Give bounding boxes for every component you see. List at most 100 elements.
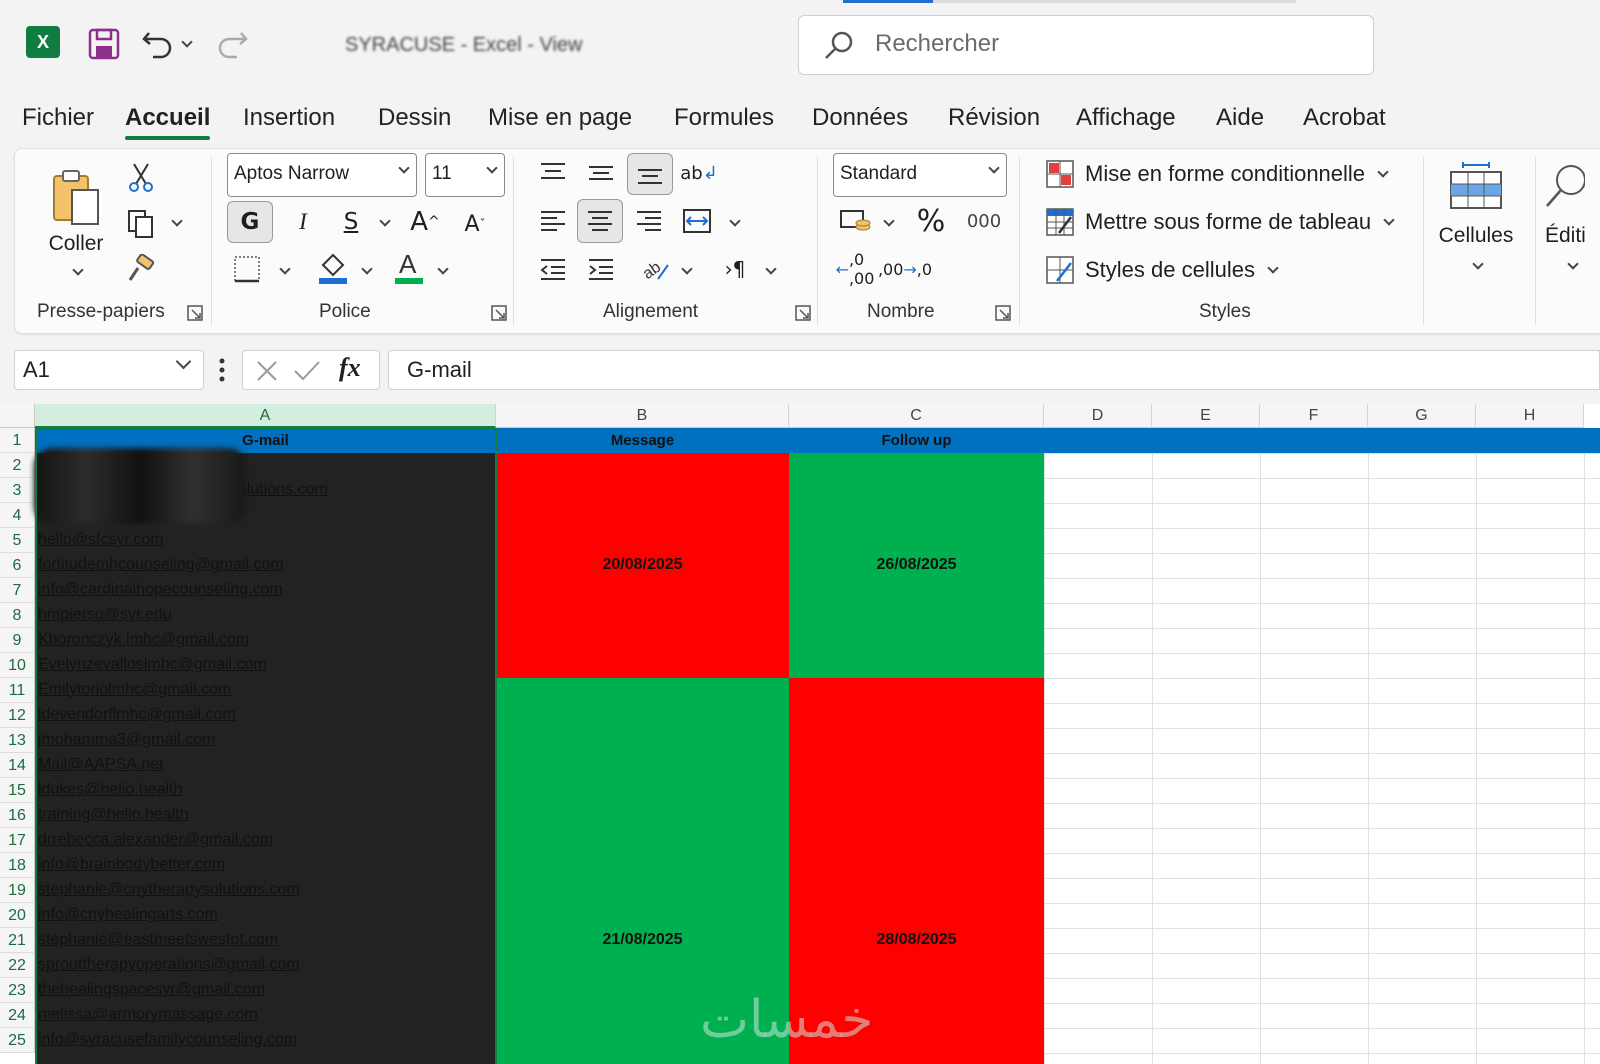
header-follow-up[interactable]: Follow up <box>789 428 1044 453</box>
accounting-format-icon[interactable] <box>835 201 875 241</box>
font-size-select[interactable]: 11 <box>425 153 505 197</box>
row-header-16[interactable]: 16 <box>0 803 35 828</box>
undo-dropdown-icon[interactable] <box>176 26 194 62</box>
email-cell[interactable]: Emilytoriolmhc@gmail.com <box>38 681 231 699</box>
email-cell[interactable]: Kboronczyk.lmhc@gmail.com <box>38 631 249 649</box>
tab-donnees[interactable]: Données <box>812 104 908 132</box>
comma-style-button[interactable]: 000 <box>961 201 1007 241</box>
align-center-icon[interactable] <box>577 199 623 243</box>
clipboard-launcher-icon[interactable] <box>187 305 203 321</box>
save-icon[interactable] <box>86 26 122 62</box>
tab-dessin[interactable]: Dessin <box>378 104 451 132</box>
accounting-dropdown-icon[interactable] <box>877 211 897 235</box>
merge-dropdown-icon[interactable] <box>723 211 743 235</box>
orientation-icon[interactable]: ab <box>635 249 675 289</box>
row-header-9[interactable]: 9 <box>0 628 35 653</box>
conditional-formatting-button[interactable]: Mise en forme conditionnelle <box>1045 157 1389 191</box>
row-header-3[interactable]: 3 <box>0 478 35 503</box>
redo-icon[interactable] <box>214 26 250 62</box>
column-header-f[interactable]: F <box>1260 404 1368 428</box>
row-header-4[interactable]: 4 <box>0 503 35 528</box>
email-cell[interactable]: Evelynzevalloslmhc@gmail.com <box>38 656 267 674</box>
font-name-select[interactable]: Aptos Narrow <box>227 153 417 197</box>
column-header-b[interactable]: B <box>496 404 789 428</box>
font-launcher-icon[interactable] <box>491 305 507 321</box>
copy-button[interactable] <box>123 205 159 241</box>
email-cell[interactable]: stephanie@eastmeetswestpt.com <box>38 931 278 949</box>
row-header-14[interactable]: 14 <box>0 753 35 778</box>
email-cell[interactable]: ldevendorflmhc@gmail.com <box>38 706 236 724</box>
row-header-5[interactable]: 5 <box>0 528 35 553</box>
fill-dropdown-icon[interactable] <box>355 259 375 283</box>
column-header-g[interactable]: G <box>1368 404 1476 428</box>
email-cell[interactable]: olutions.com <box>238 481 328 499</box>
email-cell[interactable]: info@syracusefamilycounseling.com <box>38 1031 297 1049</box>
align-left-icon[interactable] <box>533 201 573 241</box>
row-header-25[interactable]: 25 <box>0 1028 35 1053</box>
row-header-23[interactable]: 23 <box>0 978 35 1003</box>
name-box[interactable]: A1 <box>14 350 204 390</box>
merge-center-icon[interactable] <box>677 201 717 241</box>
cancel-icon[interactable] <box>255 359 279 383</box>
email-cell[interactable]: drrebecca.alexander@gmail.com <box>38 831 273 849</box>
format-painter-button[interactable] <box>123 251 159 287</box>
row-header-7[interactable]: 7 <box>0 578 35 603</box>
number-format-select[interactable]: Standard <box>833 153 1007 197</box>
percent-style-button[interactable]: % <box>911 201 951 241</box>
email-cell[interactable]: stephanie@cnytherapysolutions.com <box>38 881 300 899</box>
row-header-20[interactable]: 20 <box>0 903 35 928</box>
increase-indent-icon[interactable] <box>581 249 621 289</box>
select-all-corner[interactable] <box>0 404 35 428</box>
row-header-19[interactable]: 19 <box>0 878 35 903</box>
column-header-e[interactable]: E <box>1152 404 1260 428</box>
email-cell[interactable]: hmpierso@syr.edu <box>38 606 172 624</box>
borders-dropdown-icon[interactable] <box>273 259 293 283</box>
tab-accueil[interactable]: Accueil <box>125 104 211 140</box>
row-header-10[interactable]: 10 <box>0 653 35 678</box>
text-direction-icon[interactable]: ›¶ <box>715 249 755 289</box>
email-cell[interactable]: thehealingspacesyr@gmail.com <box>38 981 265 999</box>
cells-button[interactable]: Cellules <box>1433 153 1519 277</box>
row-header-6[interactable]: 6 <box>0 553 35 578</box>
column-header-a[interactable]: A <box>35 404 496 428</box>
copy-dropdown-icon[interactable] <box>165 211 185 235</box>
increase-font-icon[interactable]: A ^ <box>405 201 445 243</box>
align-bottom-icon[interactable] <box>627 153 673 195</box>
row-header-2[interactable]: 2 <box>0 453 35 478</box>
italic-button[interactable]: I <box>283 201 323 243</box>
underline-button[interactable]: S <box>331 201 371 243</box>
format-as-table-button[interactable]: Mettre sous forme de tableau <box>1045 205 1395 239</box>
tab-fichier[interactable]: Fichier <box>22 104 94 132</box>
tab-affichage[interactable]: Affichage <box>1076 104 1176 132</box>
enter-check-icon[interactable] <box>293 359 321 383</box>
tab-acrobat[interactable]: Acrobat <box>1303 104 1386 132</box>
row-header-21[interactable]: 21 <box>0 928 35 953</box>
text-direction-dropdown-icon[interactable] <box>759 259 779 283</box>
row-header-11[interactable]: 11 <box>0 678 35 703</box>
align-top-icon[interactable] <box>533 153 573 193</box>
font-color-dropdown-icon[interactable] <box>431 259 451 283</box>
align-right-icon[interactable] <box>629 201 669 241</box>
header-message[interactable]: Message <box>496 428 789 453</box>
row-header-13[interactable]: 13 <box>0 728 35 753</box>
cell-styles-button[interactable]: Styles de cellules <box>1045 253 1279 287</box>
tab-formules[interactable]: Formules <box>674 104 774 132</box>
column-header-c[interactable]: C <box>789 404 1044 428</box>
row-header-17[interactable]: 17 <box>0 828 35 853</box>
underline-dropdown-icon[interactable] <box>373 211 393 235</box>
email-cell[interactable]: fortitudemhcounseling@gmail.com <box>38 556 284 574</box>
tab-revision[interactable]: Révision <box>948 104 1040 132</box>
row-header-15[interactable]: 15 <box>0 778 35 803</box>
row-header-12[interactable]: 12 <box>0 703 35 728</box>
row-header-24[interactable]: 24 <box>0 1003 35 1028</box>
row-header-8[interactable]: 8 <box>0 603 35 628</box>
spreadsheet-grid[interactable]: A B C D E F G H G-mail Message Follow up 1 2 3 4 5 6 7 8 9 1… <box>0 404 1600 1064</box>
insert-function-button[interactable]: fx <box>339 353 361 383</box>
align-middle-icon[interactable] <box>581 153 621 193</box>
row-header-22[interactable]: 22 <box>0 953 35 978</box>
more-options-icon[interactable] <box>218 356 226 384</box>
email-cell[interactable]: ldukes@helio.health <box>38 781 182 799</box>
email-cell[interactable]: melissa@armorymassage.com <box>38 1006 258 1024</box>
undo-icon[interactable] <box>140 26 176 62</box>
paste-button[interactable]: Coller <box>45 159 107 283</box>
